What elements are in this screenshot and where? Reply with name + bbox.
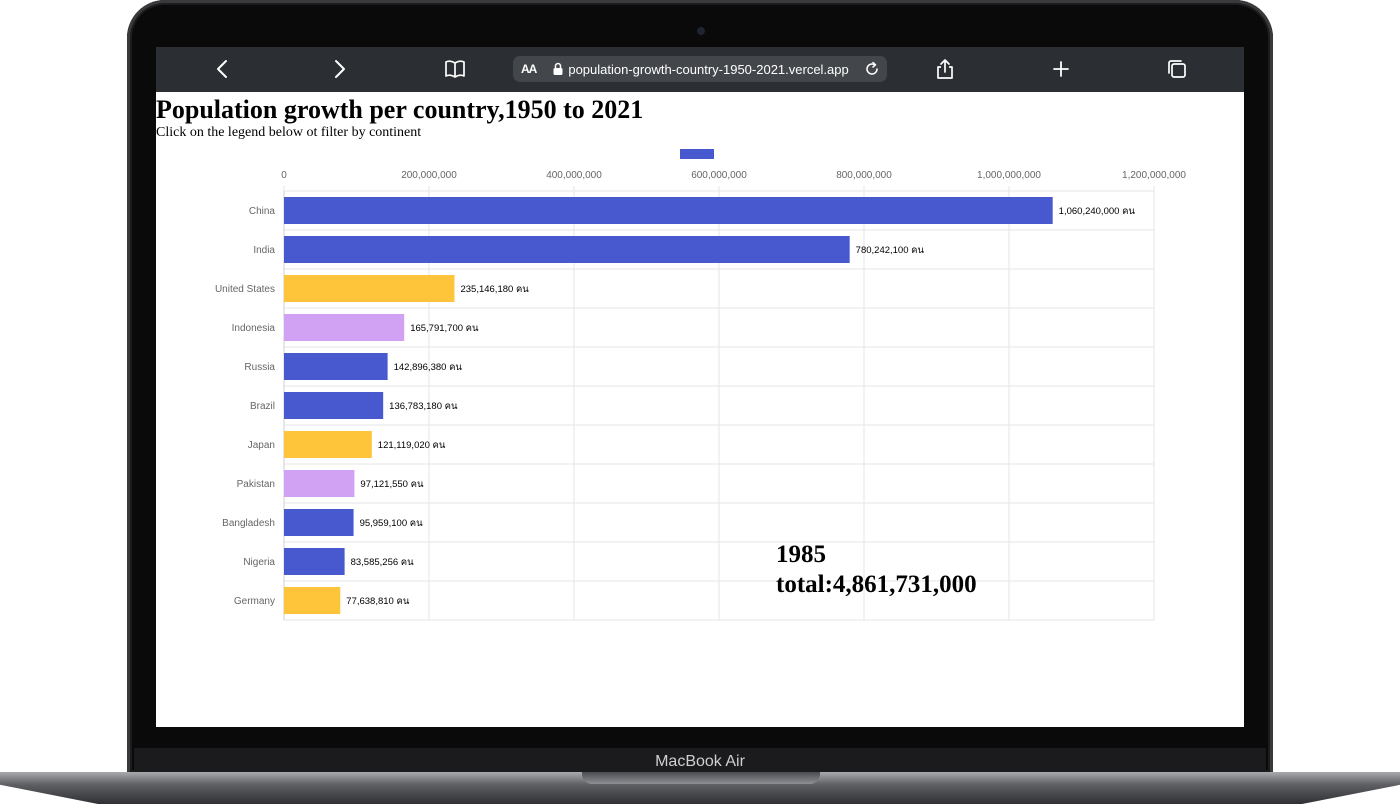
category-label: Nigeria	[243, 557, 275, 568]
category-label: India	[253, 245, 275, 256]
value-label: 77,638,810 คน	[346, 596, 410, 607]
bar	[284, 509, 354, 536]
bar	[284, 314, 405, 341]
x-tick-label: 400,000,000	[546, 170, 602, 181]
x-tick-label: 1,200,000,000	[1122, 170, 1186, 181]
category-label: Indonesia	[232, 323, 276, 334]
year-label: 1985	[776, 541, 826, 568]
category-label: Germany	[234, 596, 275, 607]
value-label: 121,119,020 คน	[378, 440, 446, 451]
bar	[284, 431, 372, 458]
x-tick-label: 200,000,000	[401, 170, 457, 181]
bar	[284, 197, 1053, 224]
camera-icon	[697, 27, 705, 35]
laptop-notch	[582, 772, 820, 784]
value-label: 136,783,180 คน	[389, 401, 458, 412]
value-label: 165,791,700 คน	[410, 323, 479, 334]
bar	[284, 275, 455, 302]
bar	[284, 587, 341, 614]
value-label: 83,585,256 คน	[351, 557, 415, 568]
x-tick-label: 800,000,000	[836, 170, 892, 181]
bar	[284, 236, 850, 263]
value-label: 142,896,380 คน	[394, 362, 463, 373]
device-label: MacBook Air	[134, 748, 1266, 775]
category-label: Japan	[248, 440, 275, 451]
category-label: Russia	[244, 362, 275, 373]
x-tick-label: 600,000,000	[691, 170, 747, 181]
category-label: Brazil	[250, 401, 275, 412]
category-label: Pakistan	[237, 479, 275, 490]
category-label: United States	[215, 284, 275, 295]
value-label: 235,146,180 คน	[460, 284, 529, 295]
population-bar-chart: 0 200,000,000 400,000,000 600,000,000 800,00…	[215, 170, 1186, 621]
x-tick-label: 0	[281, 170, 287, 181]
category-label: China	[249, 206, 276, 217]
x-tick-label: 1,000,000,000	[977, 170, 1041, 181]
browser-screen: AA population-growth-country-1950-2021.v…	[156, 47, 1244, 727]
year-display: 1985 total:4,861,731,000	[776, 540, 977, 600]
value-label: 780,242,100 คน	[856, 245, 925, 256]
value-label: 1,060,240,000 คน	[1059, 206, 1136, 217]
bar	[284, 548, 345, 575]
total-label: total:4,861,731,000	[776, 571, 977, 598]
bar	[284, 353, 388, 380]
bar	[284, 392, 384, 419]
value-label: 97,121,550 คน	[360, 479, 424, 490]
value-label: 95,959,100 คน	[360, 518, 424, 529]
category-label: Bangladesh	[222, 518, 275, 529]
bar	[284, 470, 355, 497]
